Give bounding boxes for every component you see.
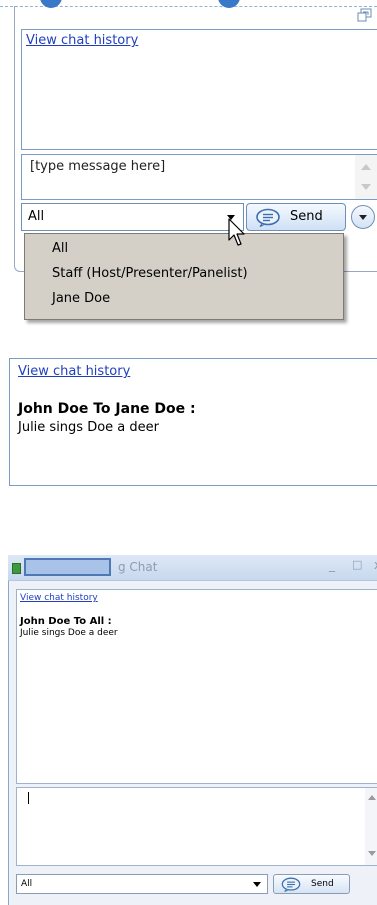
chat-history-pane: View chat history <box>21 29 377 150</box>
scroll-down-icon[interactable] <box>361 184 371 190</box>
chat-bubble-icon <box>256 208 280 227</box>
chevron-down-icon <box>359 215 367 220</box>
more-options-button[interactable] <box>351 205 375 229</box>
chat-history-pane: View chat history John Doe To Jane Doe :… <box>9 358 377 486</box>
message-placeholder: [type message here] <box>30 159 166 174</box>
maximize-icon[interactable]: □ <box>352 558 362 571</box>
scroll-up-icon[interactable] <box>361 164 371 170</box>
send-button-label: Send <box>290 209 323 224</box>
message-sender-header: John Doe To Jane Doe : <box>18 401 196 417</box>
message-input[interactable]: [type message here] <box>21 154 377 200</box>
dropdown-arrow-icon[interactable] <box>253 882 261 887</box>
send-button-label: Send <box>311 879 334 889</box>
dropdown-option[interactable]: All <box>52 241 68 256</box>
view-chat-history-link[interactable]: View chat history <box>26 33 138 48</box>
window-titlebar[interactable]: g Chat _ □ x <box>8 555 377 581</box>
text-caret <box>28 792 29 804</box>
send-button[interactable]: Send <box>273 874 350 894</box>
scroll-up-icon[interactable] <box>368 795 376 800</box>
mouse-cursor-icon <box>228 218 245 246</box>
recipient-dropdown-menu: All Staff (Host/Presenter/Panelist) Jane… <box>24 233 344 320</box>
chat-history-pane: View chat history John Doe To All : Juli… <box>16 589 377 784</box>
dropdown-option[interactable]: Staff (Host/Presenter/Panelist) <box>52 266 248 281</box>
dropdown-option[interactable]: Jane Doe <box>52 291 110 306</box>
recipient-select-value: All <box>21 879 33 889</box>
recipient-select-value: All <box>28 209 45 224</box>
redacted-title-block <box>24 558 111 576</box>
message-sender-header: John Doe To All : <box>20 616 112 627</box>
view-chat-history-link[interactable]: View chat history <box>18 364 130 379</box>
message-scrollbar[interactable] <box>355 155 377 199</box>
message-input[interactable] <box>16 787 377 866</box>
scroll-down-icon[interactable] <box>368 851 376 856</box>
view-chat-history-link[interactable]: View chat history <box>20 593 98 603</box>
message-scrollbar[interactable] <box>365 788 377 865</box>
app-icon <box>12 563 21 574</box>
window-title: g Chat <box>118 560 158 574</box>
recipient-select[interactable]: All <box>16 874 268 894</box>
message-body: Julie sings Doe a deer <box>20 628 118 638</box>
message-body: Julie sings Doe a deer <box>18 420 159 435</box>
recipient-select[interactable]: All <box>21 203 244 231</box>
chat-bubble-icon <box>281 877 301 892</box>
send-button[interactable]: Send <box>246 203 346 231</box>
popout-icon[interactable] <box>357 8 372 22</box>
minimize-icon[interactable]: _ <box>329 558 335 572</box>
